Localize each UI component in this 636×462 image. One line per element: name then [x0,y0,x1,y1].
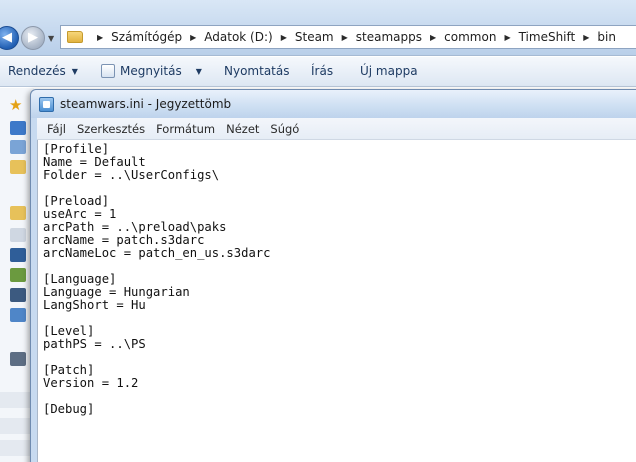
folder-icon [67,31,83,43]
desktop-icon[interactable] [10,121,26,135]
print-label: Nyomtatás [224,64,290,78]
homegroup-icon[interactable] [10,308,26,322]
open-label: Megnyitás [120,64,182,78]
navigation-divider [0,440,34,456]
breadcrumb-item[interactable]: Steam [295,30,334,44]
breadcrumb-item[interactable]: Számítógép [111,30,182,44]
menu-format[interactable]: Formátum [156,121,215,137]
notepad-menubar: Fájl Szerkesztés Formátum Nézet Súgó [37,118,636,140]
notepad-titlebar[interactable]: steamwars.ini - Jegyzettömb [31,90,636,118]
breadcrumb-separator-icon[interactable]: ▶ [281,33,287,42]
downloads-icon[interactable] [10,140,26,154]
pictures-icon[interactable] [10,268,26,282]
menu-view[interactable]: Nézet [226,121,259,137]
new-folder-label: Új mappa [360,64,418,78]
chevron-down-icon: ▼ [71,66,78,76]
notepad-app-icon[interactable] [39,96,54,112]
breadcrumb-item[interactable]: TimeShift [519,30,576,44]
computer-icon[interactable] [10,352,26,366]
breadcrumb-separator-icon[interactable]: ▶ [430,33,436,42]
forward-button[interactable]: ▶ [21,26,45,50]
music-icon[interactable] [10,248,26,262]
text-editor[interactable]: [Profile] Name = Default Folder = ..\Use… [37,140,636,462]
recent-places-icon[interactable] [10,160,26,174]
menu-file[interactable]: Fájl [47,121,66,137]
breadcrumb-separator-icon[interactable]: ▶ [190,33,196,42]
favorites-star-icon[interactable]: ★ [9,96,25,114]
organize-label: Rendezés [8,64,66,78]
breadcrumb-separator-icon[interactable]: ▶ [583,33,589,42]
libraries-icon[interactable] [10,206,26,220]
breadcrumb-item[interactable]: common [444,30,496,44]
new-folder-button[interactable]: Új mappa [360,64,418,78]
breadcrumb-separator-icon[interactable]: ▶ [504,33,510,42]
command-bar: Rendezés ▼ Megnyitás ▼ Nyomtatás Írás Új… [0,57,636,87]
forward-arrow-icon: ▶ [28,30,38,45]
breadcrumb-separator-icon[interactable]: ▶ [97,33,103,42]
breadcrumb: ▶ Számítógép ▶ Adatok (D:) ▶ Steam ▶ ste… [89,30,616,44]
window-title: steamwars.ini - Jegyzettömb [60,97,232,111]
navigation-pane: ★ [0,88,34,462]
burn-label: Írás [311,64,334,78]
open-with-icon [101,64,115,78]
notepad-window[interactable]: steamwars.ini - Jegyzettömb Fájl Szerkes… [30,89,636,462]
breadcrumb-item[interactable]: Adatok (D:) [204,30,272,44]
breadcrumb-item[interactable]: steamapps [356,30,422,44]
documents-icon[interactable] [10,228,26,242]
burn-button[interactable]: Írás [311,64,333,78]
address-field[interactable]: ▶ Számítógép ▶ Adatok (D:) ▶ Steam ▶ ste… [60,25,636,49]
navigation-divider [0,392,34,408]
menu-edit[interactable]: Szerkesztés [77,121,145,137]
file-content[interactable]: [Profile] Name = Default Folder = ..\Use… [43,143,636,416]
address-bar-area: ◀ ▶ ▼ ▶ Számítógép ▶ Adatok (D:) ▶ Steam… [0,0,636,56]
history-dropdown-icon[interactable]: ▼ [48,34,54,43]
navigation-divider [0,418,34,434]
back-arrow-icon: ◀ [2,30,12,45]
print-button[interactable]: Nyomtatás [224,64,289,78]
organize-button[interactable]: Rendezés ▼ [8,64,78,78]
back-button[interactable]: ◀ [0,26,19,50]
menu-help[interactable]: Súgó [270,121,299,137]
breadcrumb-separator-icon[interactable]: ▶ [342,33,348,42]
chevron-down-icon: ▼ [195,66,202,76]
open-button[interactable]: Megnyitás ▼ [101,64,202,78]
breadcrumb-item[interactable]: bin [597,30,616,44]
videos-icon[interactable] [10,288,26,302]
